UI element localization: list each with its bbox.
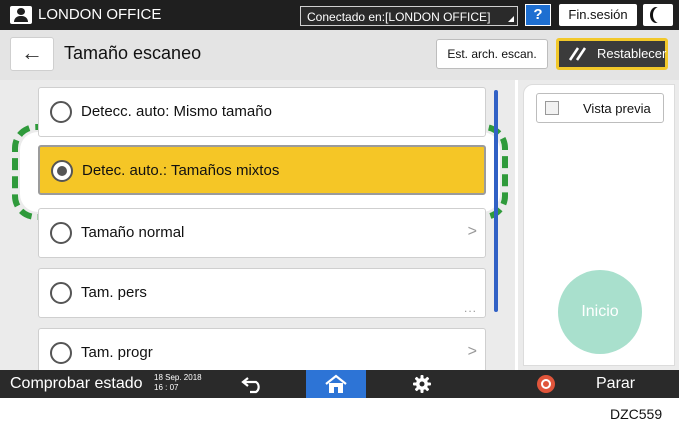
moon-icon	[653, 7, 665, 23]
right-panel: Vista previa Inicio	[518, 80, 679, 370]
option-label: Detec. auto.: Tamaños mixtos	[82, 162, 280, 179]
office-name: LONDON OFFICE	[38, 6, 162, 23]
preview-label: Vista previa	[583, 101, 651, 116]
chevron-right-icon: >	[467, 223, 477, 240]
check-status-button[interactable]: Comprobar estado	[10, 375, 143, 393]
figure-code: DZC559	[610, 406, 663, 422]
energy-saver-button[interactable]	[643, 4, 673, 26]
option-label: Detecc. auto: Mismo tamaño	[81, 103, 272, 120]
stop-icon	[537, 375, 555, 393]
scan-file-settings-button[interactable]: Est. arch. escan.	[436, 39, 548, 69]
reset-label: Restablecer	[597, 46, 667, 61]
scrollbar[interactable]	[494, 90, 498, 312]
logout-button[interactable]: Fin.sesión	[559, 4, 637, 26]
bottom-bar: Comprobar estado 18 Sep. 2018 16 : 07 Pa…	[0, 370, 679, 398]
radio-button[interactable]	[50, 342, 72, 364]
stop-label: Parar	[596, 375, 636, 392]
reset-button[interactable]: Restablecer	[556, 38, 668, 70]
option-auto-same-size[interactable]: Detecc. auto: Mismo tamaño	[38, 87, 486, 137]
stop-button[interactable]: Parar	[530, 370, 679, 398]
gear-icon[interactable]	[412, 374, 432, 394]
page-title: Tamaño escaneo	[64, 43, 202, 63]
radio-button[interactable]	[50, 101, 72, 123]
option-normal-size[interactable]: Tamaño normal >	[38, 208, 486, 258]
option-label: Tamaño normal	[81, 224, 185, 241]
option-label: Tam. pers	[81, 284, 147, 301]
page-header: ← Tamaño escaneo Est. arch. escan. Resta…	[0, 30, 679, 80]
more-dots-icon: ...	[463, 301, 477, 315]
connection-status-field[interactable]: Conectado en:[LONDON OFFICE]	[300, 6, 518, 26]
date-text: 18 Sep. 2018	[154, 373, 202, 382]
chevron-right-icon: >	[467, 343, 477, 360]
preview-checkbox[interactable]	[545, 101, 559, 115]
preview-toggle[interactable]: Vista previa	[536, 93, 664, 123]
corner-triangle-icon	[508, 16, 514, 22]
user-icon[interactable]	[10, 6, 32, 24]
back-button[interactable]: ←	[10, 37, 54, 71]
radio-button-selected[interactable]	[51, 160, 73, 182]
connection-status-text: Conectado en:[LONDON OFFICE]	[307, 10, 491, 24]
home-button[interactable]	[306, 370, 366, 398]
home-icon	[325, 374, 347, 393]
radio-button[interactable]	[50, 282, 72, 304]
help-button[interactable]: ?	[525, 4, 551, 26]
option-custom-size[interactable]: Tam. pers ...	[38, 268, 486, 318]
option-auto-mixed-sizes[interactable]: Detec. auto.: Tamaños mixtos	[38, 145, 486, 195]
reset-icon	[568, 47, 587, 61]
right-panel-card: Vista previa Inicio	[523, 84, 675, 366]
date-time-display: 18 Sep. 2018 16 : 07	[154, 373, 202, 393]
time-text: 16 : 07	[154, 383, 179, 392]
back-arrow-icon[interactable]	[240, 374, 266, 394]
start-button[interactable]: Inicio	[558, 270, 642, 354]
option-label: Tam. progr	[81, 344, 153, 361]
radio-button[interactable]	[50, 222, 72, 244]
top-bar: LONDON OFFICE Conectado en:[LONDON OFFIC…	[0, 0, 679, 30]
